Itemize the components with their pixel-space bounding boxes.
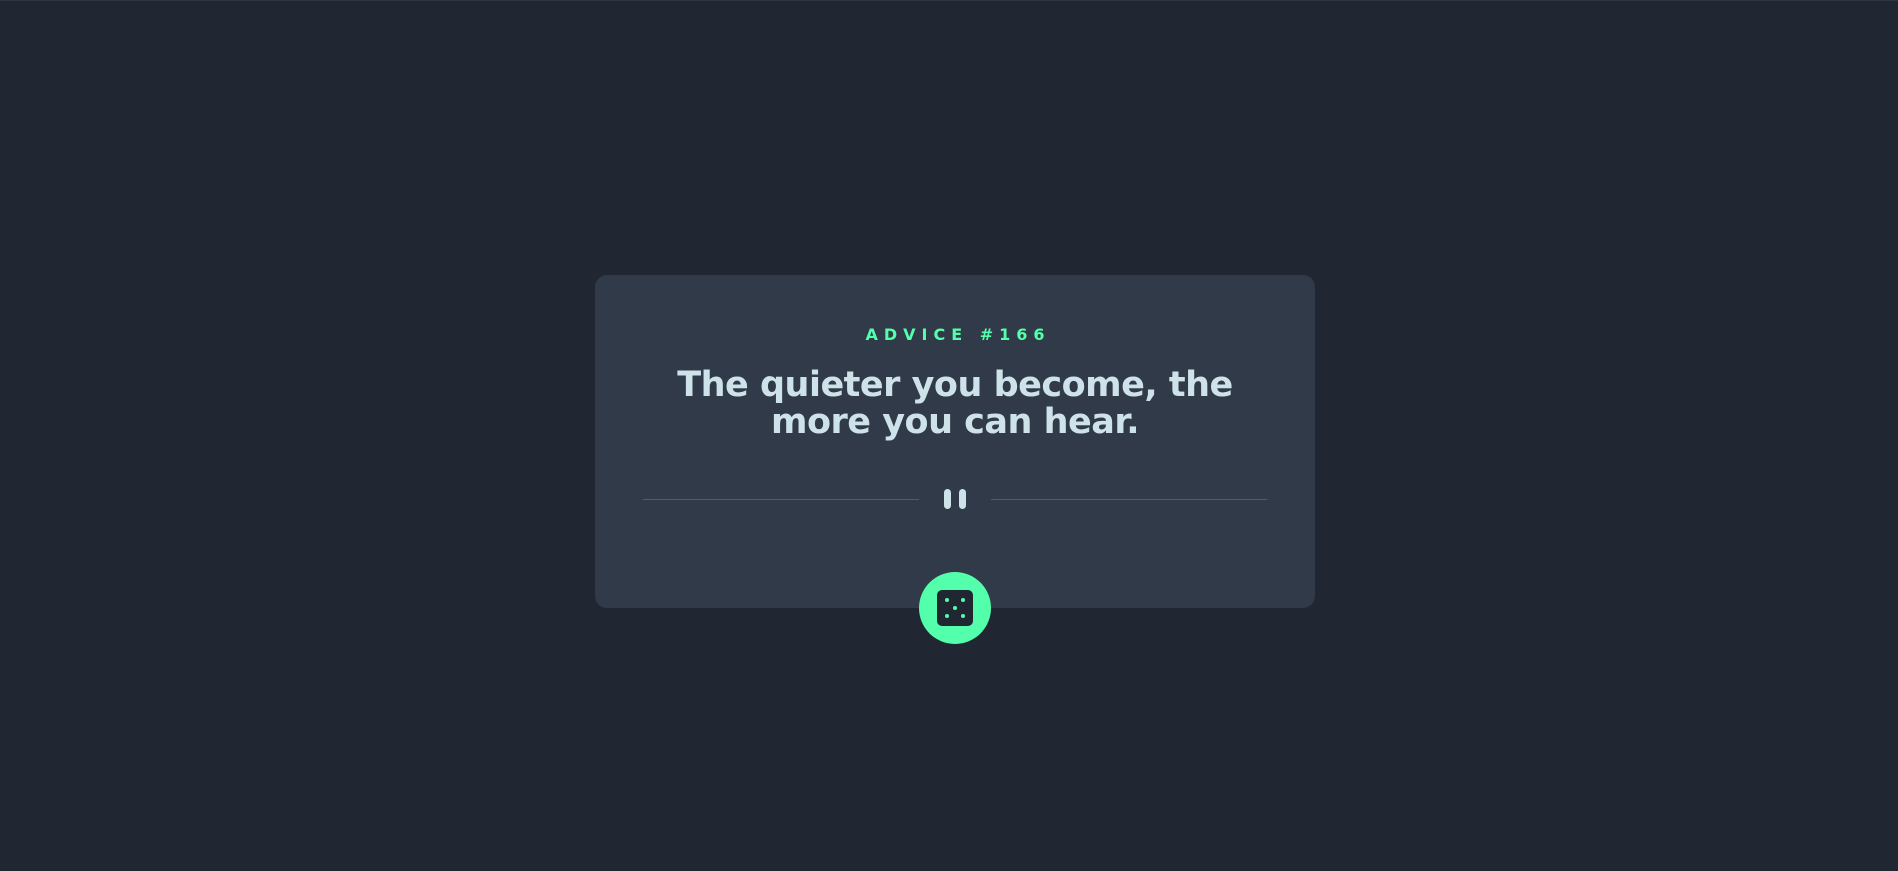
pause-icon (936, 489, 974, 509)
dice-pip (953, 606, 957, 610)
pause-bar-left (944, 489, 951, 509)
pause-bar-right (959, 489, 966, 509)
dice-pip (945, 614, 949, 618)
new-advice-button[interactable] (919, 572, 991, 644)
divider-line-left (643, 499, 919, 500)
dice-icon (937, 590, 973, 626)
advice-card: ADVICE #166 The quieter you become, the … (595, 275, 1315, 608)
top-border (0, 0, 1898, 1)
dice-pip (961, 614, 965, 618)
pattern-divider (643, 489, 1267, 509)
dice-pip (945, 598, 949, 602)
dice-pip (961, 598, 965, 602)
advice-number-label: ADVICE #166 (865, 325, 1051, 344)
divider-line-right (991, 499, 1267, 500)
advice-quote: The quieter you become, the more you can… (677, 365, 1233, 442)
